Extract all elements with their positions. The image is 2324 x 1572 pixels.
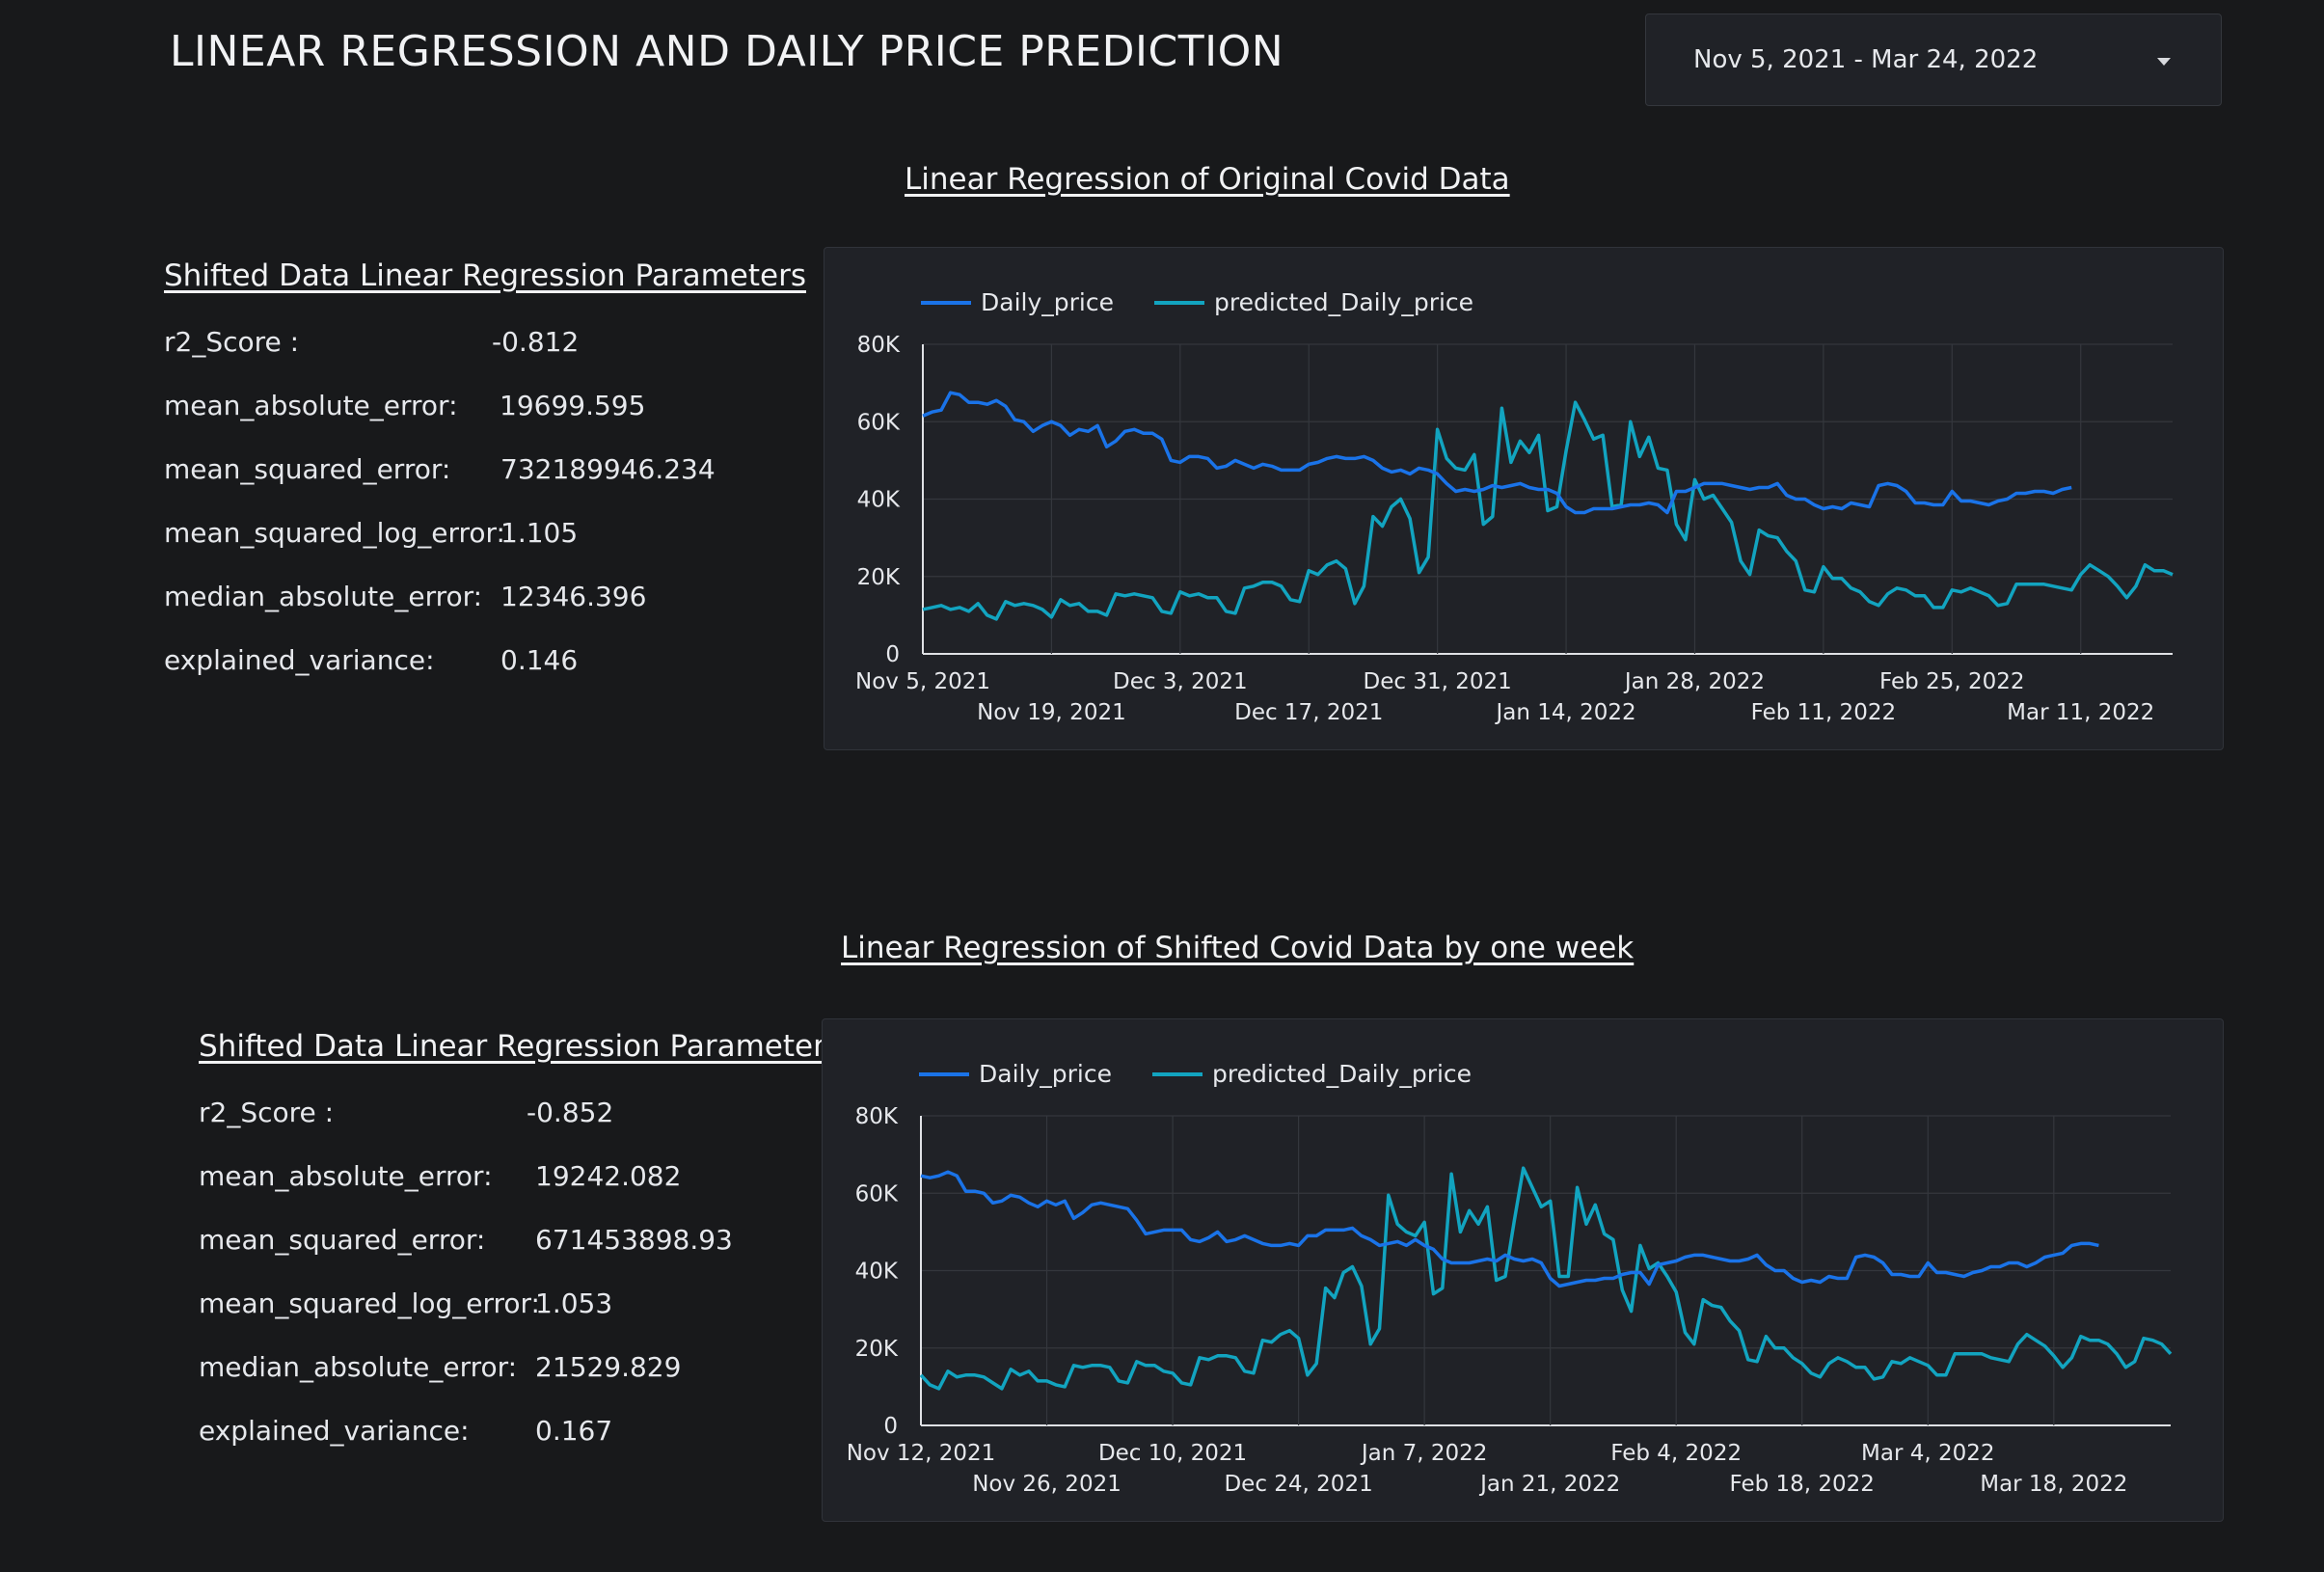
y-tick-label: 0 (883, 1414, 898, 1439)
param-row: mean_absolute_error: 19242.082 (199, 1160, 841, 1224)
x-tick-label: Nov 12, 2021 (847, 1441, 996, 1466)
param-label: r2_Score : (164, 326, 300, 358)
param-value: -0.812 (492, 326, 580, 358)
x-tick-label: Feb 11, 2022 (1751, 700, 1896, 725)
y-tick-label: 20K (855, 1337, 899, 1362)
param-value: 671453898.93 (535, 1224, 733, 1256)
param-value: 1.105 (500, 517, 579, 549)
x-tick-label: Mar 18, 2022 (1980, 1472, 2127, 1497)
x-tick-label: Feb 4, 2022 (1610, 1441, 1742, 1466)
page-title: LINEAR REGRESSION AND DAILY PRICE PREDIC… (170, 27, 1284, 76)
param-value: 19242.082 (535, 1160, 682, 1192)
params-heading: Shifted Data Linear Regression Parameter… (164, 258, 806, 293)
date-range-value: Nov 5, 2021 - Mar 24, 2022 (1693, 45, 2039, 74)
param-row: median_absolute_error: 21529.829 (199, 1351, 841, 1415)
y-tick-label: 40K (855, 1260, 899, 1285)
x-tick-label: Nov 26, 2021 (972, 1472, 1121, 1497)
x-tick-label: Jan 7, 2022 (1360, 1441, 1488, 1466)
x-tick-label: Dec 24, 2021 (1224, 1472, 1372, 1497)
x-tick-label: Mar 4, 2022 (1861, 1441, 1995, 1466)
param-row: mean_squared_log_error: 1.105 (164, 517, 806, 581)
y-tick-label: 80K (855, 1104, 899, 1129)
param-row: mean_squared_error: 671453898.93 (199, 1224, 841, 1287)
param-row: mean_absolute_error: 19699.595 (164, 390, 806, 453)
param-value: 21529.829 (535, 1351, 682, 1383)
y-tick-label: 60K (857, 410, 901, 435)
param-value: 732189946.234 (500, 453, 716, 485)
x-tick-label: Jan 28, 2022 (1623, 669, 1765, 694)
param-value: 19699.595 (500, 390, 646, 421)
x-tick-label: Dec 17, 2021 (1234, 700, 1383, 725)
date-range-picker[interactable]: Nov 5, 2021 - Mar 24, 2022 (1645, 14, 2222, 106)
x-tick-label: Nov 5, 2021 (855, 669, 990, 694)
param-value: -0.852 (527, 1097, 614, 1128)
params-heading: Shifted Data Linear Regression Parameter… (199, 1029, 841, 1064)
series-line-daily-price[interactable] (920, 1170, 2099, 1288)
y-tick-label: 0 (885, 642, 900, 667)
x-tick-label: Dec 3, 2021 (1113, 669, 1248, 694)
chevron-down-icon[interactable] (2157, 58, 2171, 66)
chart-panel-shifted[interactable]: Daily_price predicted_Daily_price 0 20K 40… (822, 1018, 2224, 1522)
param-row: r2_Score : -0.812 (164, 326, 806, 390)
param-value: 0.146 (500, 644, 579, 676)
param-label: r2_Score : (199, 1097, 335, 1128)
y-tick-label: 60K (855, 1181, 899, 1206)
param-label: mean_absolute_error: (199, 1160, 493, 1192)
x-tick-label: Feb 18, 2022 (1729, 1472, 1874, 1497)
param-label: mean_squared_log_error: (164, 517, 505, 549)
param-label: mean_absolute_error: (164, 390, 458, 421)
x-tick-label: Dec 10, 2021 (1098, 1441, 1247, 1466)
param-row: median_absolute_error: 12346.396 (164, 581, 806, 644)
param-row: explained_variance: 0.167 (199, 1415, 841, 1478)
x-tick-label: Feb 25, 2022 (1879, 669, 2024, 694)
x-tick-label: Jan 21, 2022 (1478, 1472, 1620, 1497)
x-tick-label: Jan 14, 2022 (1494, 700, 1635, 725)
section2-params: Shifted Data Linear Regression Parameter… (199, 1029, 841, 1478)
y-tick-label: 80K (857, 333, 901, 358)
x-tick-label: Nov 19, 2021 (977, 700, 1126, 725)
series-line-predicted-daily-price[interactable] (919, 1166, 2173, 1391)
param-row: explained_variance: 0.146 (164, 644, 806, 708)
y-tick-label: 20K (857, 565, 901, 590)
section1-title: Linear Regression of Original Covid Data (905, 162, 1510, 197)
param-row: r2_Score : -0.852 (199, 1097, 841, 1160)
section1-params: Shifted Data Linear Regression Parameter… (164, 258, 806, 708)
series-line-predicted-daily-price[interactable] (922, 400, 2174, 621)
line-chart-original: 0 20K 40K 60K 80K Nov 5, 2021 Nov 19, 2021 Dec … (855, 333, 2174, 725)
param-label: median_absolute_error: (199, 1351, 518, 1383)
param-value: 1.053 (535, 1287, 613, 1319)
param-row: mean_squared_error: 732189946.234 (164, 453, 806, 517)
param-row: mean_squared_log_error: 1.053 (199, 1287, 841, 1351)
param-label: median_absolute_error: (164, 581, 483, 612)
chart-panel-original[interactable]: Daily_price predicted_Daily_price 0 20K 40… (824, 247, 2224, 750)
param-label: mean_squared_error: (164, 453, 451, 485)
x-tick-label: Mar 11, 2022 (2007, 700, 2154, 725)
param-label: mean_squared_error: (199, 1224, 486, 1256)
y-tick-label: 40K (857, 488, 901, 513)
section2-title: Linear Regression of Shifted Covid Data … (841, 931, 1635, 965)
param-label: explained_variance: (164, 644, 435, 676)
param-label: mean_squared_log_error: (199, 1287, 540, 1319)
param-label: explained_variance: (199, 1415, 470, 1447)
param-value: 0.167 (535, 1415, 613, 1447)
x-tick-label: Dec 31, 2021 (1364, 669, 1512, 694)
line-chart-shifted: 0 20K 40K 60K 80K Nov 12, 2021 Nov 26, 2021 Dec… (847, 1104, 2173, 1497)
param-value: 12346.396 (500, 581, 647, 612)
